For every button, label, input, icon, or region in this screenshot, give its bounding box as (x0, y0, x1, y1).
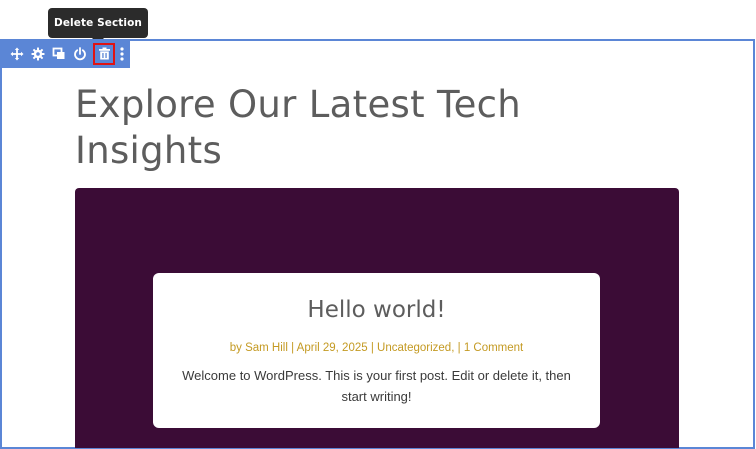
post-title[interactable]: Hello world! (153, 295, 600, 325)
post-card: Hello world! by Sam Hill | April 29, 202… (153, 273, 600, 428)
meta-separator: | (370, 342, 374, 354)
category-link[interactable]: Uncategorized, (377, 342, 454, 354)
comments-link[interactable]: 1 Comment (464, 342, 523, 354)
trash-icon[interactable] (93, 42, 115, 65)
post-meta: by Sam Hill | April 29, 2025 | Uncategor… (153, 340, 600, 356)
page-title: Explore Our Latest Tech Insights (75, 83, 522, 172)
post-date: April 29, 2025 (296, 342, 368, 354)
delete-section-tooltip: Delete Section (48, 8, 148, 38)
section-toolbar (0, 39, 130, 68)
meta-separator: | (457, 342, 461, 354)
power-icon[interactable] (71, 45, 89, 63)
tooltip-text: Delete Section (54, 17, 142, 29)
meta-separator: | (291, 342, 295, 354)
settings-icon[interactable] (29, 45, 47, 63)
post-excerpt: Welcome to WordPress. This is your first… (182, 368, 571, 404)
author-link[interactable]: Sam Hill (245, 342, 288, 354)
more-options-icon[interactable] (117, 45, 127, 63)
move-icon[interactable] (8, 45, 26, 63)
duplicate-icon[interactable] (50, 45, 68, 63)
meta-by: by (229, 342, 242, 354)
